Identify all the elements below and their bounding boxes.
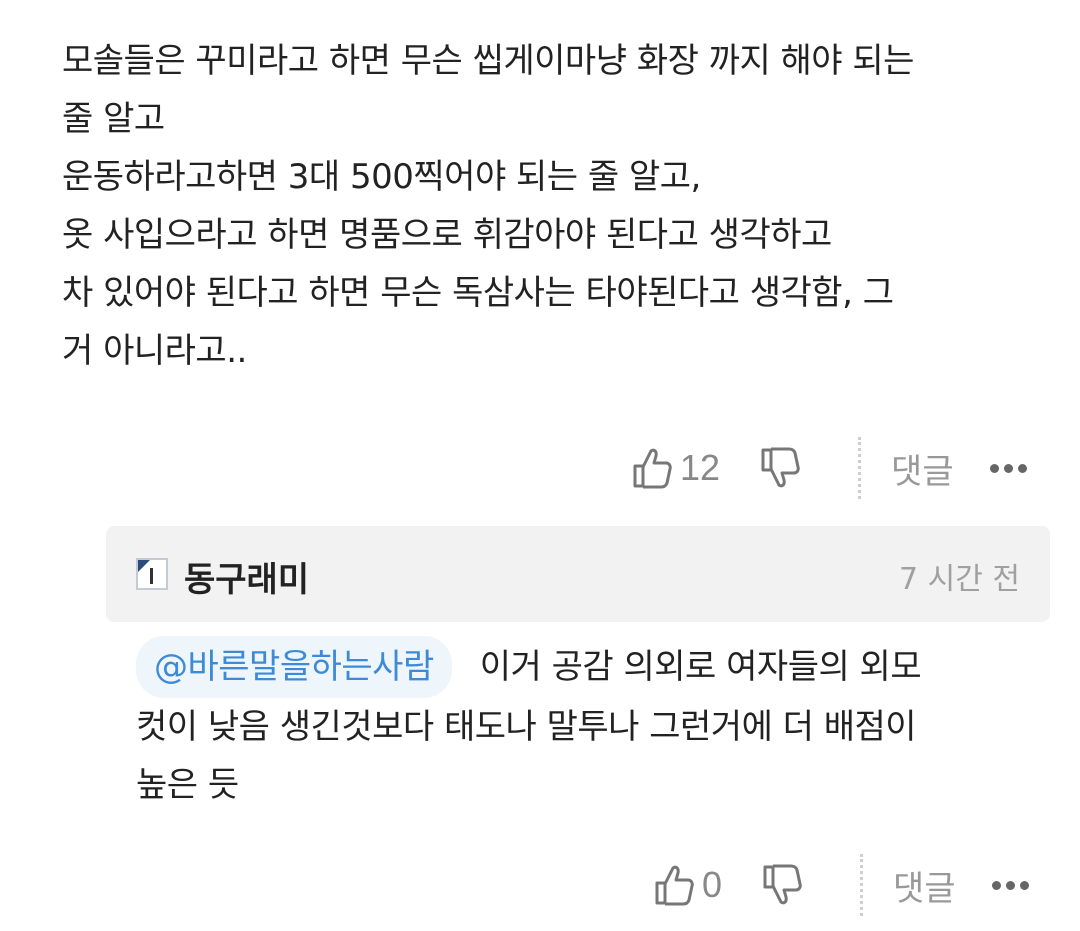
reply-dislike-button[interactable] xyxy=(762,863,802,907)
reply-like-count: 0 xyxy=(702,864,723,905)
comment-line: 모솔들은 꾸미라고 하면 무슨 씹게이마냥 화장 까지 해야 되는 xyxy=(62,41,914,81)
comment-line: 차 있어야 된다고 하면 무슨 독삼사는 타야된다고 생각함, 그 xyxy=(62,273,894,313)
reply-like-button[interactable]: 0 xyxy=(654,863,722,907)
like-button[interactable]: 12 xyxy=(632,446,720,490)
action-divider xyxy=(858,437,862,499)
reply-header: 동구래미 7 시간 전 xyxy=(106,526,1050,622)
mention-tag[interactable]: @바른말을하는사람 xyxy=(136,636,452,698)
reply-line: 컷이 낮음 생긴것보다 태도나 말투나 그런거에 더 배점이 xyxy=(136,707,917,747)
reply-line: 높은 듯 xyxy=(136,765,239,805)
reply-text: @바른말을하는사람 이거 공감 의외로 여자들의 외모 컷이 낮음 생긴것보다 태… xyxy=(136,636,1046,814)
reply-timestamp: 7 시간 전 xyxy=(899,562,1020,597)
comment-text: 모솔들은 꾸미라고 하면 무슨 씹게이마냥 화장 까지 해야 되는 줄 알고 운… xyxy=(62,32,1052,380)
action-divider xyxy=(860,854,864,916)
comment-line: 옷 사입으라고 하면 명품으로 휘감아야 된다고 생각하고 xyxy=(62,215,832,255)
reply-reply-button[interactable]: 댓글 xyxy=(893,861,956,910)
reply-actions: 0 댓글 xyxy=(654,854,1029,916)
comment-line: 거 아니라고.. xyxy=(62,331,247,371)
reply-line: @바른말을하는사람 이거 공감 의외로 여자들의 외모 xyxy=(136,636,1046,698)
more-dots-icon[interactable] xyxy=(991,870,1029,900)
reply-line-text: 이거 공감 의외로 여자들의 외모 xyxy=(479,647,922,687)
reply-button[interactable]: 댓글 xyxy=(891,444,954,493)
more-dots-icon[interactable] xyxy=(989,453,1027,483)
avatar[interactable] xyxy=(136,558,168,590)
comment-line: 줄 알고 xyxy=(62,99,165,139)
thumbs-down-icon xyxy=(763,864,802,905)
dislike-button[interactable] xyxy=(760,446,800,490)
like-count: 12 xyxy=(680,447,721,488)
thumbs-down-icon xyxy=(761,447,800,488)
reply-username[interactable]: 동구래미 xyxy=(184,552,309,601)
thumbs-up-icon xyxy=(655,865,694,906)
comment-line: 운동하라고하면 3대 500찍어야 되는 줄 알고, xyxy=(62,157,701,197)
comment-actions: 12 댓글 xyxy=(632,437,1027,499)
thumbs-up-icon xyxy=(633,448,672,489)
